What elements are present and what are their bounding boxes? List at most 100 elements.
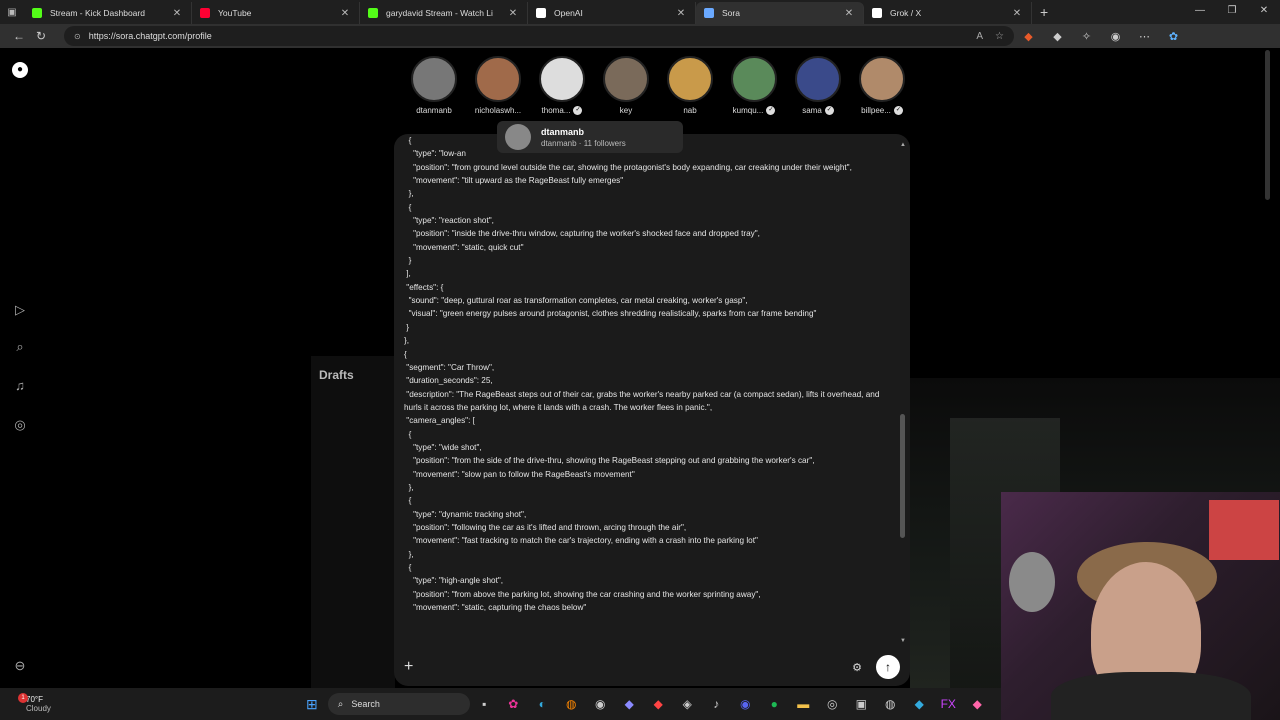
close-tab-icon[interactable]: ✕ [507,8,519,19]
app-icon[interactable]: ◆ [644,697,673,711]
profile-avatar-icon[interactable]: ◎ [11,416,29,434]
app-icon[interactable]: ◈ [673,697,702,711]
reload-icon[interactable]: ↻ [30,29,52,43]
video-icon[interactable]: ▷ [11,301,29,319]
browser-tab[interactable]: OpenAI ✕ [528,2,696,24]
spotify-icon[interactable]: ● [760,697,789,711]
prompt-text[interactable]: { "type": "low-an "position": "from grou… [404,134,890,614]
site-info-icon[interactable]: ⊙ [74,32,81,41]
scroll-down-icon[interactable]: ▼ [900,638,906,644]
steam-icon[interactable]: ◎ [818,697,847,711]
app-icon[interactable]: ◆ [963,697,992,711]
verified-badge-icon: ✓ [824,106,834,115]
taskbar-search[interactable]: ⌕ Search [327,693,470,715]
browser-tab[interactable]: YouTube ✕ [192,2,360,24]
following-avatar[interactable]: thoma... ✓ [530,56,594,115]
app-icon[interactable]: ▣ [847,697,876,711]
following-avatar[interactable]: billpee... ✓ [850,56,914,115]
close-tab-icon[interactable]: ✕ [171,8,183,19]
profile-icon[interactable]: ◉ [1101,30,1130,43]
extension-icon[interactable]: ◆ [1043,30,1072,43]
following-avatar[interactable]: kumqu... ✓ [722,56,786,115]
address-bar: ← ↻ ⊙ https://sora.chatgpt.com/profile A… [0,24,1280,48]
windows-taskbar: 1 70°F Cloudy ⊞ ⌕ Search ▪ ✿ ◐ ◍ ◉ ◆ ◆ ◈… [0,688,1001,720]
tab-title: Sora [722,8,740,18]
weather-widget[interactable]: 1 70°F Cloudy [0,693,120,713]
copilot-icon[interactable]: ✿ [1159,30,1188,43]
copilot-taskbar-icon[interactable]: ✿ [499,697,528,711]
maximize-icon[interactable]: ❐ [1216,0,1248,22]
sora-logo-icon[interactable]: ● [12,62,28,78]
add-media-button[interactable]: + [404,658,413,676]
start-button-icon[interactable]: ⊞ [306,696,318,713]
favorite-star-icon[interactable]: ☆ [995,31,1004,42]
avatar-name: billpee... [861,106,891,115]
tab-title: garydavid Stream - Watch Li [386,8,493,18]
browser-tab[interactable]: Grok / X ✕ [864,2,1032,24]
tab-favicon-icon [704,8,714,18]
task-view-icon[interactable]: ▪ [470,697,499,711]
tab-bar: ▣ Stream - Kick Dashboard ✕ YouTube ✕ garyda… [0,0,1280,24]
weather-temp: 70°F [26,695,43,704]
avatar-name-row: thoma... ✓ [542,106,583,115]
following-avatar[interactable]: dtanmanb [402,56,466,115]
avatar-name: nab [683,106,697,115]
left-nav-rail: ● ▷ ⌕ ♫ ◎ ⊖ [0,48,40,688]
notifications-bell-icon[interactable]: ♫ [11,377,29,395]
scroll-thumb[interactable] [900,414,905,538]
browser-tab[interactable]: garydavid Stream - Watch Li ✕ [360,2,528,24]
obs-icon[interactable]: ◉ [586,697,615,711]
more-menu-icon[interactable]: ⋯ [1130,30,1159,43]
page-scrollbar[interactable] [1265,50,1270,200]
music-icon[interactable]: ♪ [702,697,731,711]
close-tab-icon[interactable]: ✕ [843,8,855,19]
extension-icon[interactable]: ◆ [1014,30,1043,43]
profile-hovercard[interactable]: dtanmanb dtanmanb · 11 followers [497,121,683,153]
close-tab-icon[interactable]: ✕ [1011,8,1023,19]
back-icon[interactable]: ← [8,29,30,43]
avatar-name-row: nab [683,106,696,115]
drafts-label[interactable]: Drafts [319,368,354,382]
following-avatar[interactable]: nab [658,56,722,115]
file-explorer-icon[interactable]: ▬ [789,697,818,711]
settings-sliders-icon[interactable]: ⚙ [852,661,862,674]
hovercard-name: dtanmanb [541,126,585,137]
avatar-name: nicholaswh... [474,106,522,115]
close-tab-icon[interactable]: ✕ [675,8,687,19]
window-controls: — ❐ ✕ [1184,0,1280,22]
extensions-puzzle-icon[interactable]: ✧ [1072,30,1101,43]
avatar [475,56,521,102]
read-aloud-icon[interactable]: A [976,31,983,42]
discord-icon[interactable]: ◆ [615,697,644,711]
prompt-scrollbar[interactable]: ▲ ▼ [900,142,906,644]
avatar-name-row: dtanmanb [416,106,452,115]
close-tab-icon[interactable]: ✕ [339,8,351,19]
tab-actions-icon[interactable]: ▣ [0,1,24,23]
edge-icon[interactable]: ◐ [528,697,557,711]
browser-tab[interactable]: Sora ✕ [696,2,864,24]
browser-tab[interactable]: Stream - Kick Dashboard ✕ [24,2,192,24]
settings-icon[interactable]: ⊖ [11,657,29,675]
app-icon[interactable]: ◆ [905,697,934,711]
prompt-panel: { "type": "low-an "position": "from grou… [394,134,910,686]
tab-favicon-icon [368,8,378,18]
avatar [505,124,531,150]
search-icon[interactable]: ⌕ [11,338,29,356]
new-tab-button[interactable]: + [1040,4,1048,20]
avatar-name: sama [802,106,822,115]
following-avatar[interactable]: nicholaswh... [466,56,530,115]
close-window-icon[interactable]: ✕ [1248,0,1280,22]
discord-app-icon[interactable]: ◉ [731,697,760,711]
fx-icon[interactable]: FX [934,697,963,711]
app-icon[interactable]: ◍ [876,697,905,711]
hovercard-subtitle: dtanmanb · 11 followers [541,138,626,148]
following-avatar[interactable]: sama ✓ [786,56,850,115]
send-button[interactable]: ↑ [876,655,900,679]
minimize-icon[interactable]: — [1184,0,1216,22]
avatar-name: kumqu... [732,106,764,115]
tab-favicon-icon [872,8,882,18]
scroll-up-icon[interactable]: ▲ [900,142,906,148]
following-avatar[interactable]: key [594,56,658,115]
firefox-icon[interactable]: ◍ [557,697,586,711]
url-field[interactable]: ⊙ https://sora.chatgpt.com/profile A ☆ [64,26,1014,46]
